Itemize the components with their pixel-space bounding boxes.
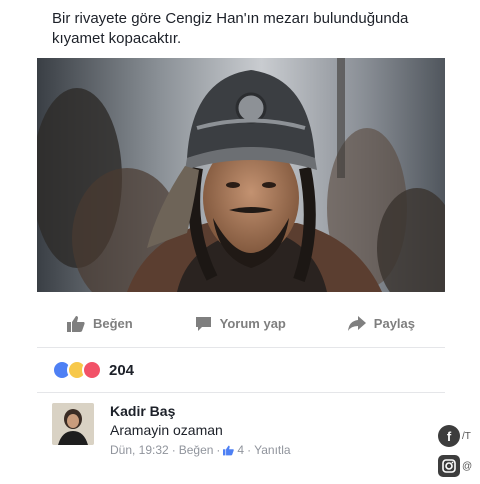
thumbs-up-icon bbox=[67, 315, 85, 332]
comment-label: Yorum yap bbox=[219, 316, 286, 331]
share-arrow-icon bbox=[347, 316, 366, 331]
comment-author[interactable]: Kadir Baş bbox=[110, 403, 410, 420]
social-watermark: f /T @ bbox=[438, 424, 480, 484]
facebook-watermark: f /T bbox=[438, 424, 480, 448]
facebook-icon: f bbox=[438, 425, 460, 447]
share-button[interactable]: Paylaş bbox=[347, 316, 415, 331]
divider bbox=[37, 392, 445, 393]
reactions-summary[interactable]: 204 bbox=[52, 359, 134, 381]
instagram-watermark: @ bbox=[438, 454, 480, 478]
comment-bubble-icon bbox=[195, 316, 211, 331]
facebook-handle: /T bbox=[462, 430, 471, 442]
instagram-glyph bbox=[442, 459, 456, 473]
comment-reply-button[interactable]: Yanıtla bbox=[254, 442, 290, 458]
instagram-icon bbox=[438, 455, 460, 477]
comment-meta: Dün, 19:32 · Beğen · 4 · Yanıtla bbox=[110, 442, 410, 458]
share-label: Paylaş bbox=[373, 316, 415, 331]
love-reaction-icon bbox=[82, 360, 102, 380]
like-button[interactable]: Beğen bbox=[67, 315, 133, 332]
warrior-photo bbox=[37, 58, 445, 292]
separator: · bbox=[171, 443, 176, 457]
comment-body: Kadir Baş Aramayin ozaman Dün, 19:32 · B… bbox=[110, 403, 410, 458]
comment-time[interactable]: Dün, 19:32 bbox=[110, 442, 169, 458]
comment-like-count: 4 bbox=[237, 443, 245, 457]
comment-text: Aramayin ozaman bbox=[110, 422, 223, 438]
separator: · bbox=[247, 443, 252, 457]
instagram-handle: @ bbox=[462, 460, 473, 472]
avatar[interactable] bbox=[52, 403, 94, 445]
post-action-bar: Beğen Yorum yap Paylaş bbox=[37, 300, 445, 348]
avatar-photo bbox=[52, 403, 94, 445]
post-image[interactable] bbox=[37, 58, 445, 292]
thumbs-up-icon bbox=[223, 445, 235, 455]
reaction-count: 204 bbox=[109, 361, 135, 379]
comment-like-button[interactable]: Beğen bbox=[179, 442, 214, 458]
like-label: Beğen bbox=[93, 316, 133, 331]
comment-button[interactable]: Yorum yap bbox=[195, 316, 286, 332]
post-caption: Bir rivayete göre Cengiz Han'ın mezarı b… bbox=[52, 10, 409, 47]
separator: · bbox=[216, 443, 221, 457]
